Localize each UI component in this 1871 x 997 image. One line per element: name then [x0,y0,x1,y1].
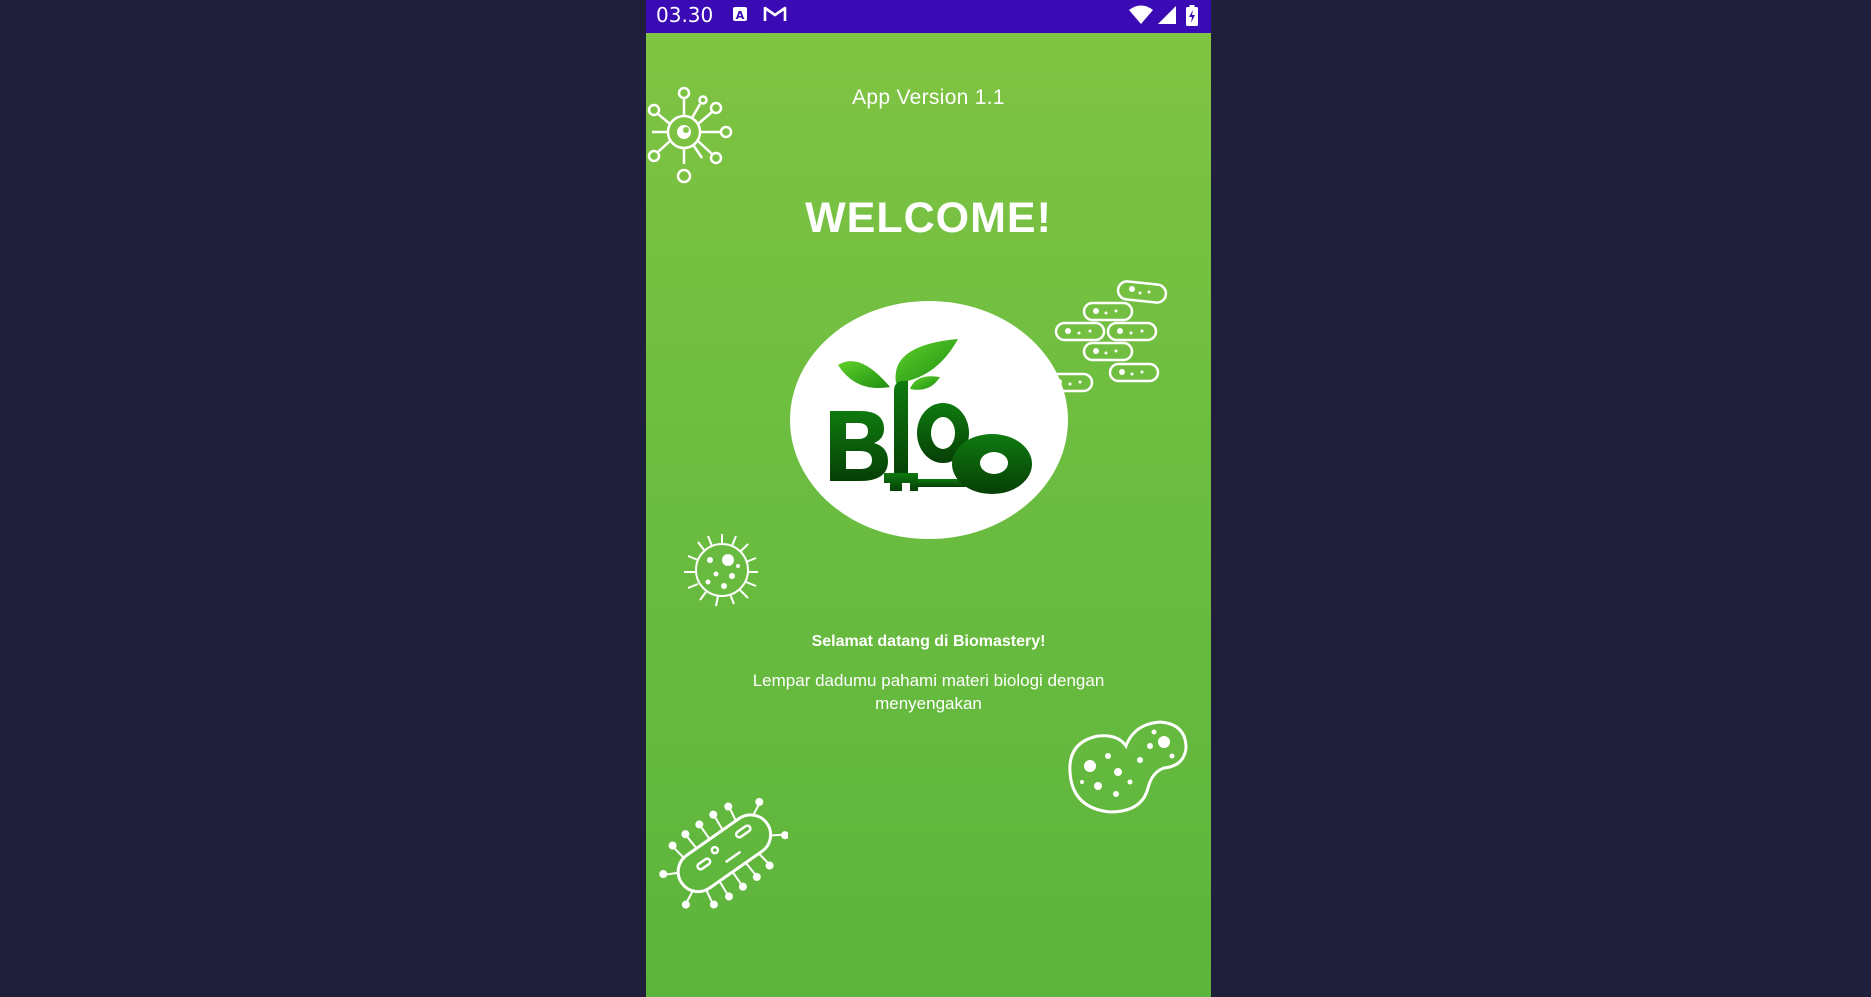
gmail-icon [763,5,787,28]
welcome-heading: Selamat datang di Biomastery! [811,633,1046,650]
svg-text:A: A [736,9,745,22]
cell-icon [1068,720,1188,814]
a-box-icon: A [732,5,748,28]
welcome-description: Lempar dadumu pahami materi biologi deng… [752,671,1105,713]
wifi-icon [1129,5,1153,30]
virus-icon [647,86,733,184]
status-time: 03.30 [656,3,714,27]
status-bar: 03.30 A [646,0,1211,33]
bacteria-chain-icon [1054,280,1168,393]
bacillus-icon [659,797,788,909]
battery-charging-icon [1186,5,1198,31]
germ-icon [684,534,758,607]
signal-icon [1157,5,1177,30]
welcome-title: WELCOME! [805,194,1052,242]
phone-screen: 03.30 A App Version 1.1 WELCOME! Selamat… [646,0,1211,997]
app-logo [790,301,1068,539]
